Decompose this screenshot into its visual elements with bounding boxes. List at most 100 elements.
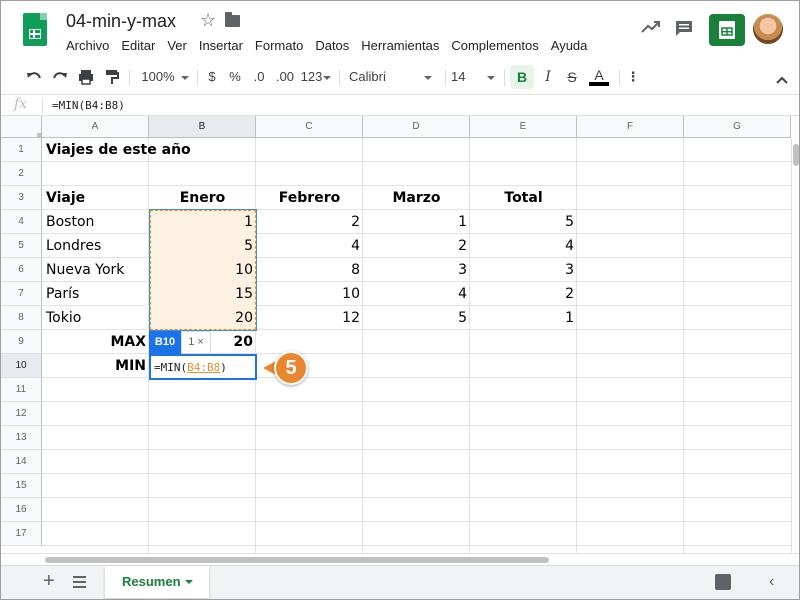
row-header[interactable]: 10 [1,354,42,378]
currency-format-button[interactable]: $ [205,69,219,84]
column-header-b[interactable]: B [149,116,256,138]
font-size-select[interactable]: 14 [451,69,501,84]
chevron-up-icon[interactable] [775,71,789,89]
cell-c3[interactable]: Febrero [256,186,363,210]
comment-icon[interactable] [675,20,693,36]
row-header[interactable]: 11 [1,378,42,402]
cell-e3[interactable]: Total [470,186,577,210]
table-cell[interactable]: 2 [363,234,470,258]
table-cell[interactable]: 12 [256,306,363,330]
table-cell[interactable]: 4 [363,282,470,306]
formula-input[interactable]: =MIN(B4:B8) [52,99,125,112]
menu-herramientas[interactable]: Herramientas [355,37,445,54]
menu-complementos[interactable]: Complementos [445,37,544,54]
all-sheets-list-icon[interactable] [73,576,86,588]
explore-icon[interactable] [715,574,731,590]
sheets-logo-icon[interactable] [23,13,47,46]
row-header[interactable]: 4 [1,210,42,234]
table-cell[interactable]: 5 [149,234,256,258]
redo-icon[interactable] [51,68,69,86]
table-cell[interactable]: 10 [256,282,363,306]
column-header-a[interactable]: A [42,116,149,138]
row-header[interactable]: 3 [1,186,42,210]
column-header-e[interactable]: E [470,116,577,138]
cell-b10-editor[interactable]: =MIN(B4:B8) [149,354,257,380]
table-cell[interactable]: 4 [470,234,577,258]
table-cell[interactable]: 8 [256,258,363,282]
paint-format-icon[interactable] [103,68,121,86]
activity-trend-icon[interactable] [641,19,661,35]
table-cell[interactable]: Nueva York [42,258,149,282]
table-cell[interactable]: 15 [149,282,256,306]
vertical-scrollbar[interactable] [791,138,799,566]
row-header[interactable]: 2 [1,162,42,186]
menu-ver[interactable]: Ver [161,37,193,54]
folder-icon[interactable] [225,12,240,27]
row-header[interactable]: 16 [1,498,42,522]
row-header[interactable]: 15 [1,474,42,498]
cell-d3[interactable]: Marzo [363,186,470,210]
star-icon[interactable]: ☆ [200,10,216,31]
horizontal-scrollbar-thumb[interactable] [45,557,549,563]
table-cell[interactable]: 1 [470,306,577,330]
table-cell[interactable]: París [42,282,149,306]
collapse-side-panel-icon[interactable]: ‹ [769,573,774,591]
table-cell[interactable]: Boston [42,210,149,234]
column-header-c[interactable]: C [256,116,363,138]
menu-archivo[interactable]: Archivo [60,37,115,54]
row-header[interactable]: 6 [1,258,42,282]
table-cell[interactable]: Tokio [42,306,149,330]
cell-a9-max-label[interactable]: MAX [42,330,149,354]
decrease-decimals-button[interactable]: .0 [250,69,268,84]
row-header[interactable]: 13 [1,426,42,450]
italic-button[interactable]: I [541,69,555,85]
table-cell[interactable]: 5 [470,210,577,234]
table-cell[interactable]: 10 [149,258,256,282]
menu-formato[interactable]: Formato [249,37,309,54]
more-formats-button[interactable]: 123 [300,69,332,84]
row-header[interactable]: 1 [1,138,42,162]
cell-a1[interactable]: Viajes de este año [42,138,256,162]
cell-b3[interactable]: Enero [149,186,256,210]
row-header[interactable]: 12 [1,402,42,426]
share-button[interactable] [709,14,745,46]
percent-format-button[interactable]: % [228,69,242,84]
document-title[interactable]: 04-min-y-max [66,11,176,32]
chevron-down-icon[interactable] [185,580,193,584]
select-all-corner[interactable] [1,116,42,138]
row-header[interactable]: 14 [1,450,42,474]
bold-button[interactable]: B [510,65,534,89]
table-cell[interactable]: 5 [363,306,470,330]
print-icon[interactable] [77,68,95,86]
sheet-tab-resumen[interactable]: Resumen [105,566,209,598]
more-options-button[interactable]: ⋮ [626,69,640,85]
column-header-f[interactable]: F [577,116,684,138]
user-avatar[interactable] [753,14,783,44]
menu-insertar[interactable]: Insertar [193,37,249,54]
table-cell[interactable]: 2 [470,282,577,306]
table-cell[interactable]: 4 [256,234,363,258]
font-family-select[interactable]: Calibri [349,69,441,84]
table-cell[interactable]: 3 [363,258,470,282]
text-color-button[interactable]: A [589,68,609,86]
increase-decimals-button[interactable]: .00 [274,69,296,84]
row-header[interactable]: 17 [1,522,42,546]
zoom-select[interactable]: 100% [139,69,191,84]
menu-ayuda[interactable]: Ayuda [545,37,594,54]
row-header[interactable]: 7 [1,282,42,306]
formula-hint-tag[interactable]: 1 × [181,331,211,354]
strikethrough-button[interactable]: S [565,69,579,85]
table-cell[interactable]: 20 [149,306,256,330]
column-header-g[interactable]: G [684,116,791,138]
horizontal-scrollbar[interactable] [1,553,799,565]
undo-icon[interactable] [25,68,43,86]
table-cell[interactable]: Londres [42,234,149,258]
menu-editar[interactable]: Editar [115,37,161,54]
vertical-scrollbar-thumb[interactable] [793,144,799,166]
table-cell[interactable]: 2 [256,210,363,234]
cell-a10-min-label[interactable]: MIN [42,354,149,378]
row-header[interactable]: 8 [1,306,42,330]
menu-datos[interactable]: Datos [309,37,355,54]
cell-a3[interactable]: Viaje [42,186,149,210]
add-sheet-button[interactable]: + [43,570,55,593]
